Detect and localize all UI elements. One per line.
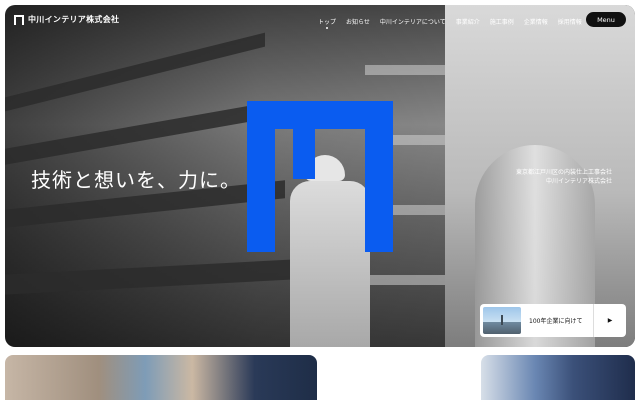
logo-text: 中川インテリア株式会社	[28, 15, 120, 24]
nav-item-business[interactable]: 事業紹介	[456, 17, 480, 26]
nav-item-about[interactable]: 中川インテリアについて	[380, 17, 446, 26]
nav-item-label: 事業紹介	[455, 19, 480, 26]
brand-n-icon	[247, 101, 393, 252]
building-floor	[365, 275, 455, 285]
brand-n-notch	[293, 129, 315, 179]
brand-n-shape	[247, 101, 393, 252]
feature-card-image[interactable]	[481, 355, 635, 400]
site-logo[interactable]: 中川インテリア株式会社	[14, 14, 119, 25]
nav-item-works[interactable]: 施工事例	[490, 17, 514, 26]
tagline-line-2: 中川インテリア株式会社	[545, 178, 612, 185]
nav-item-recruit[interactable]: 採用情報	[558, 17, 582, 26]
nav-item-company[interactable]: 企業情報	[524, 17, 548, 26]
nav-item-label: 中川インテリアについて	[379, 19, 446, 26]
nav-item-top[interactable]: トップ	[318, 17, 337, 29]
nav-item-label: トップ	[318, 19, 337, 26]
building-floor	[365, 65, 455, 75]
tagline-line-1: 東京都江戸川区の内装仕上工事会社	[515, 169, 612, 176]
promo-label: 100年企業に向けて	[529, 318, 583, 325]
building-balcony	[5, 32, 265, 112]
logo-n-icon	[14, 14, 24, 25]
play-icon[interactable]: ▶	[593, 304, 626, 337]
nav-item-label: 採用情報	[557, 19, 582, 26]
hero-tagline: 東京都江戸川区の内装仕上工事会社 中川インテリア株式会社	[516, 168, 612, 186]
nav-item-news[interactable]: お知らせ	[346, 17, 370, 26]
nav-item-label: 施工事例	[489, 19, 514, 26]
building-balcony	[5, 259, 295, 295]
building-balcony	[5, 101, 275, 165]
feature-card-image[interactable]	[5, 355, 317, 400]
nav-item-label: 企業情報	[523, 19, 548, 26]
promo-card[interactable]: 100年企業に向けて ▶	[480, 304, 626, 337]
hero-headline: 技術と想いを、力に。	[31, 168, 241, 192]
promo-thumbnail	[483, 307, 521, 334]
main-nav: トップ お知らせ 中川インテリアについて 事業紹介 施工事例 企業情報 採用情報	[318, 17, 582, 29]
nav-item-label: お知らせ	[346, 19, 370, 26]
active-dot-icon	[326, 27, 328, 29]
menu-button[interactable]: Menu	[586, 12, 626, 27]
